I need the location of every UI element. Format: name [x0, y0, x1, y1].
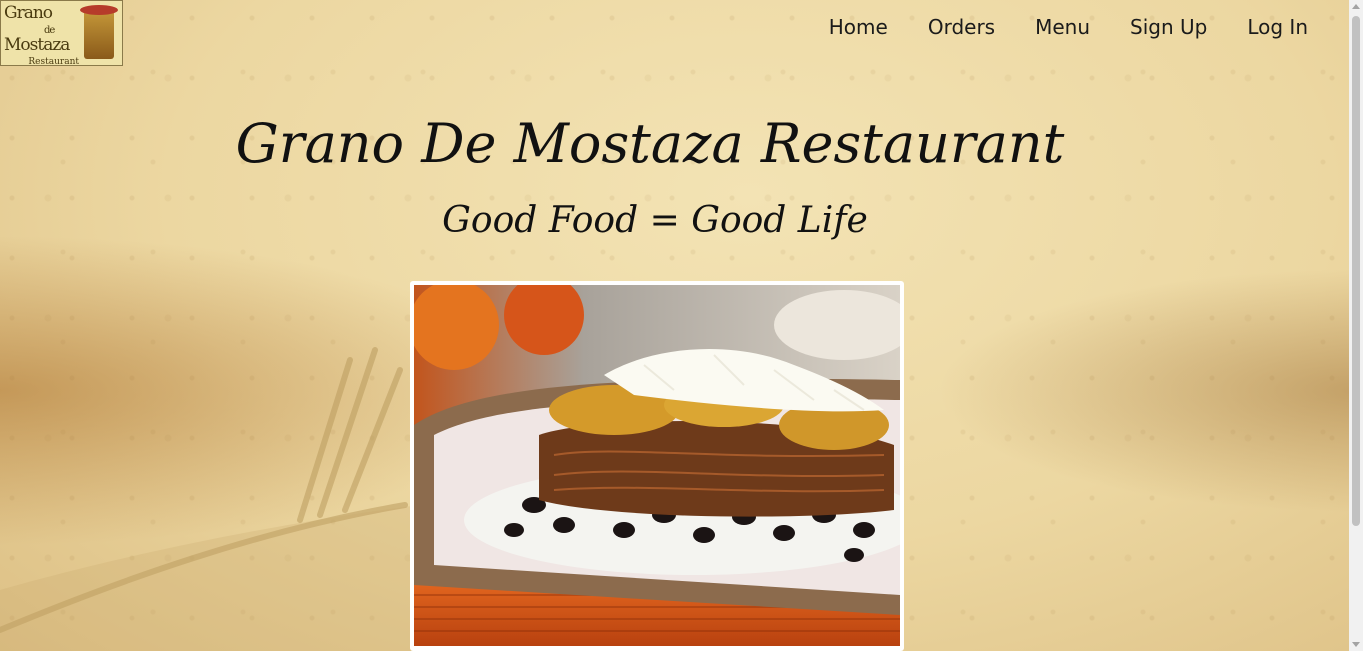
- main-navigation: Home Orders Menu Sign Up Log In: [829, 13, 1308, 41]
- page-title: Grano De Mostaza Restaurant: [235, 112, 1065, 175]
- logo-wordmark: Grano de Mostaza Restaurant: [4, 3, 79, 66]
- restaurant-logo[interactable]: Grano de Mostaza Restaurant: [0, 0, 123, 66]
- page-subtitle: Good Food = Good Life: [442, 200, 868, 241]
- nav-orders[interactable]: Orders: [928, 13, 995, 41]
- nav-log-in[interactable]: Log In: [1247, 13, 1308, 41]
- nav-home[interactable]: Home: [829, 13, 888, 41]
- nav-sign-up[interactable]: Sign Up: [1130, 13, 1207, 41]
- hero-image-frame: [410, 281, 904, 651]
- fork-decoration: [0, 347, 420, 651]
- nav-menu[interactable]: Menu: [1035, 13, 1090, 41]
- scrollbar-thumb[interactable]: [1352, 16, 1360, 526]
- scroll-down-arrow-icon[interactable]: [1352, 642, 1360, 647]
- food-dish-image: [414, 285, 900, 646]
- logo-dish-icon: [80, 5, 118, 59]
- page-scrollbar[interactable]: [1349, 0, 1363, 651]
- scroll-up-arrow-icon[interactable]: [1352, 4, 1360, 9]
